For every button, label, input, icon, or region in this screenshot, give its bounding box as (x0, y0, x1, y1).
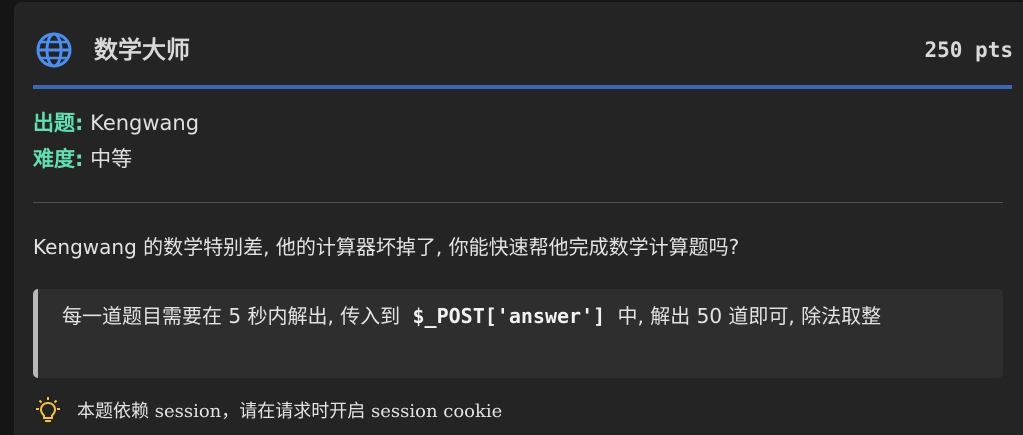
note-code: $_POST['answer'] (412, 304, 606, 328)
globe-icon (36, 32, 72, 68)
note-text-after: 中, 解出 50 道即可, 除法取整 (617, 304, 882, 328)
challenge-header: 数学大师 250 pts (34, 30, 1013, 70)
lightbulb-icon (36, 397, 60, 422)
author-row: 出题: Kengwang (33, 108, 199, 138)
challenge-title: 数学大师 (94, 36, 190, 64)
challenge-points: 250 pts (924, 38, 1013, 62)
author-label: 出题: (33, 111, 84, 135)
challenge-description: Kengwang 的数学特别差, 他的计算器坏掉了, 你能快速帮他完成数学计算题… (33, 235, 740, 259)
note-text-before: 每一道题目需要在 5 秒内解出, 传入到 (62, 304, 401, 328)
hint-text: 本题依赖 session，请在请求时开启 session cookie (77, 401, 503, 422)
difficulty-value: 中等 (90, 147, 133, 171)
challenge-note-blockquote: 每一道题目需要在 5 秒内解出, 传入到 $_POST['answer'] 中,… (33, 289, 1003, 378)
challenge-card: 数学大师 250 pts 出题: Kengwang 难度: 中等 Kengwan… (14, 2, 1023, 435)
author-value: Kengwang (90, 111, 200, 135)
difficulty-row: 难度: 中等 (33, 144, 132, 174)
difficulty-label: 难度: (33, 147, 84, 171)
header-accent-rule (33, 85, 1012, 89)
section-divider (33, 202, 1003, 203)
